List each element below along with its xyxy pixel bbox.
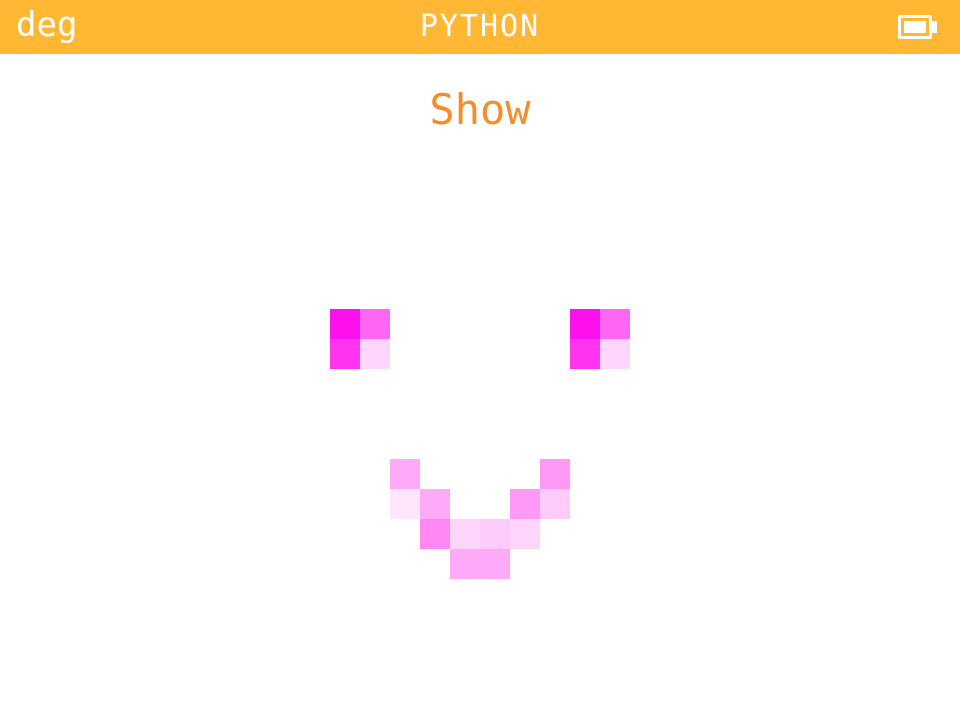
led-pixel — [540, 489, 570, 519]
led-pixel — [390, 489, 420, 519]
led-pixel — [420, 519, 450, 549]
battery-tip — [932, 21, 937, 33]
battery-full-icon — [898, 15, 937, 39]
led-pixel — [330, 309, 360, 339]
led-pixel — [540, 459, 570, 489]
led-pixel — [480, 519, 510, 549]
led-pixel — [360, 309, 390, 339]
led-pixel — [600, 309, 630, 339]
led-pixel — [510, 519, 540, 549]
led-pixel — [570, 339, 600, 369]
led-pixel — [480, 549, 510, 579]
led-matrix-display — [330, 309, 630, 579]
page-title: Show — [429, 85, 531, 134]
status-bar: deg PYTHON — [0, 0, 960, 54]
led-pixel — [330, 339, 360, 369]
calculator-screen: deg PYTHON Show — [0, 0, 960, 720]
led-pixel — [360, 339, 390, 369]
led-pixel — [420, 489, 450, 519]
led-pixel — [450, 549, 480, 579]
led-pixel — [390, 459, 420, 489]
app-name: PYTHON — [419, 9, 541, 44]
led-pixel — [570, 309, 600, 339]
led-pixel — [510, 489, 540, 519]
led-pixel — [600, 339, 630, 369]
led-pixel — [450, 519, 480, 549]
battery-level-fill — [904, 21, 926, 33]
